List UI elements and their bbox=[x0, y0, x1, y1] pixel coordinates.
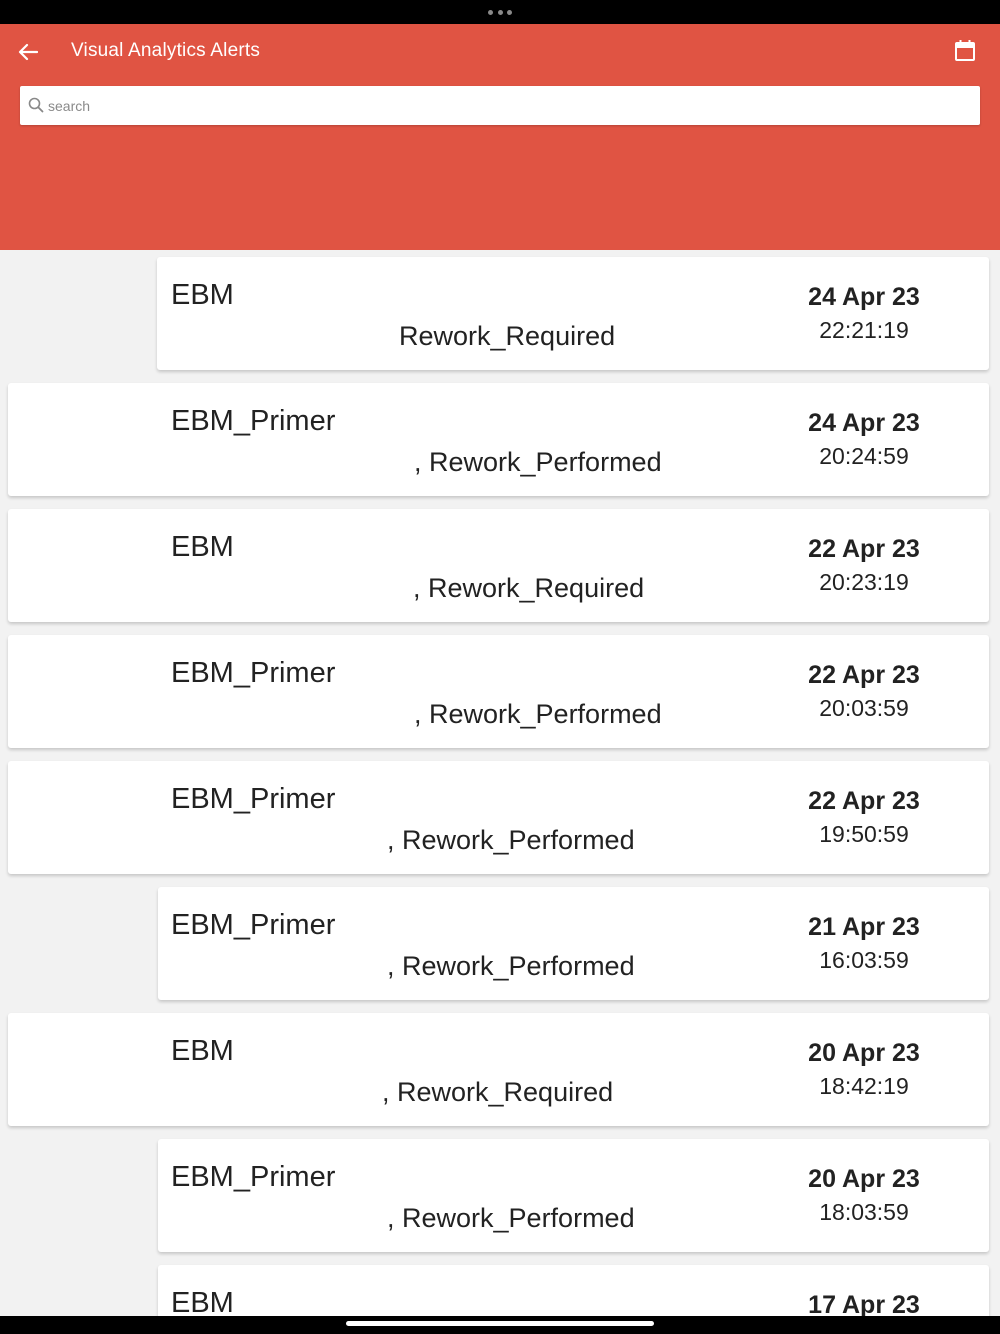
alert-date: 20 Apr 23 bbox=[808, 1039, 920, 1067]
multitasking-dots-icon[interactable] bbox=[488, 8, 512, 16]
alert-date: 22 Apr 23 bbox=[808, 535, 920, 563]
alert-type: , Rework_Required bbox=[382, 1077, 614, 1107]
calendar-button[interactable] bbox=[951, 37, 979, 65]
alert-name: EBM bbox=[171, 531, 234, 563]
alert-card[interactable]: EBM , Rework_Required 22 Apr 23 20:23:19 bbox=[8, 509, 989, 622]
alert-card[interactable]: EBM_Primer , Rework_Performed 24 Apr 23 20:… bbox=[8, 383, 989, 496]
search-box[interactable] bbox=[20, 86, 980, 125]
search-icon bbox=[28, 97, 44, 113]
page-title: Visual Analytics Alerts bbox=[71, 40, 261, 61]
alert-type: , Rework_Performed bbox=[387, 825, 635, 855]
search-input[interactable] bbox=[48, 86, 968, 125]
alert-list[interactable]: EBM Rework_Required 24 Apr 23 22:21:19 EBM_P… bbox=[0, 250, 1000, 1316]
alert-card[interactable]: EBM_Primer , Rework_Performed 21 Apr 23 16:… bbox=[158, 887, 989, 1000]
home-indicator-bar bbox=[0, 1316, 1000, 1334]
alert-time: 16:03:59 bbox=[819, 947, 909, 973]
alert-card[interactable]: EBM_Primer , Rework_Performed 22 Apr 23 20:… bbox=[8, 635, 989, 748]
alert-time: 18:42:19 bbox=[819, 1073, 909, 1099]
home-indicator[interactable] bbox=[346, 1321, 654, 1326]
alert-time: 20:24:59 bbox=[819, 443, 909, 469]
alert-time: 18:03:59 bbox=[819, 1199, 909, 1225]
alert-date: 22 Apr 23 bbox=[808, 661, 920, 689]
calendar-icon bbox=[955, 40, 975, 61]
alert-time: 19:50:59 bbox=[819, 821, 909, 847]
alert-type: Rework_Required bbox=[399, 321, 616, 351]
alert-type: , Rework_Performed bbox=[414, 447, 662, 477]
alert-name: EBM bbox=[171, 1035, 234, 1067]
alert-name: EBM_Primer bbox=[171, 909, 336, 941]
alert-time: 20:23:19 bbox=[819, 569, 909, 595]
alert-date: 20 Apr 23 bbox=[808, 1165, 920, 1193]
alert-card[interactable]: EBM , Rework_Required 20 Apr 23 18:42:19 bbox=[8, 1013, 989, 1126]
app-header: Visual Analytics Alerts bbox=[0, 24, 1000, 250]
alert-name: EBM_Primer bbox=[171, 657, 336, 689]
alert-name: EBM bbox=[171, 1287, 234, 1316]
alert-time: 22:21:19 bbox=[819, 317, 909, 343]
alert-date: 17 Apr 23 bbox=[808, 1291, 920, 1316]
alert-type: , Rework_Performed bbox=[387, 951, 635, 981]
status-bar bbox=[0, 0, 1000, 24]
alert-name: EBM_Primer bbox=[171, 783, 336, 815]
arrow-left-icon bbox=[18, 43, 38, 61]
alert-name: EBM bbox=[171, 279, 234, 311]
alert-type: , Rework_Required bbox=[413, 573, 645, 603]
alert-date: 21 Apr 23 bbox=[808, 913, 920, 941]
alert-name: EBM_Primer bbox=[171, 1161, 336, 1193]
alert-date: 24 Apr 23 bbox=[808, 409, 920, 437]
alert-name: EBM_Primer bbox=[171, 405, 336, 437]
alert-card[interactable]: EBM 17 Apr 23 bbox=[158, 1265, 989, 1316]
alert-time: 20:03:59 bbox=[819, 695, 909, 721]
back-button[interactable] bbox=[14, 38, 42, 66]
alert-type: , Rework_Performed bbox=[387, 1203, 635, 1233]
alert-card[interactable]: EBM_Primer , Rework_Performed 22 Apr 23 19:… bbox=[8, 761, 989, 874]
alert-card[interactable]: EBM_Primer , Rework_Performed 20 Apr 23 18:… bbox=[158, 1139, 989, 1252]
alert-date: 24 Apr 23 bbox=[808, 283, 920, 311]
alert-date: 22 Apr 23 bbox=[808, 787, 920, 815]
alert-card[interactable]: EBM Rework_Required 24 Apr 23 22:21:19 bbox=[157, 257, 989, 370]
alert-type: , Rework_Performed bbox=[414, 699, 662, 729]
